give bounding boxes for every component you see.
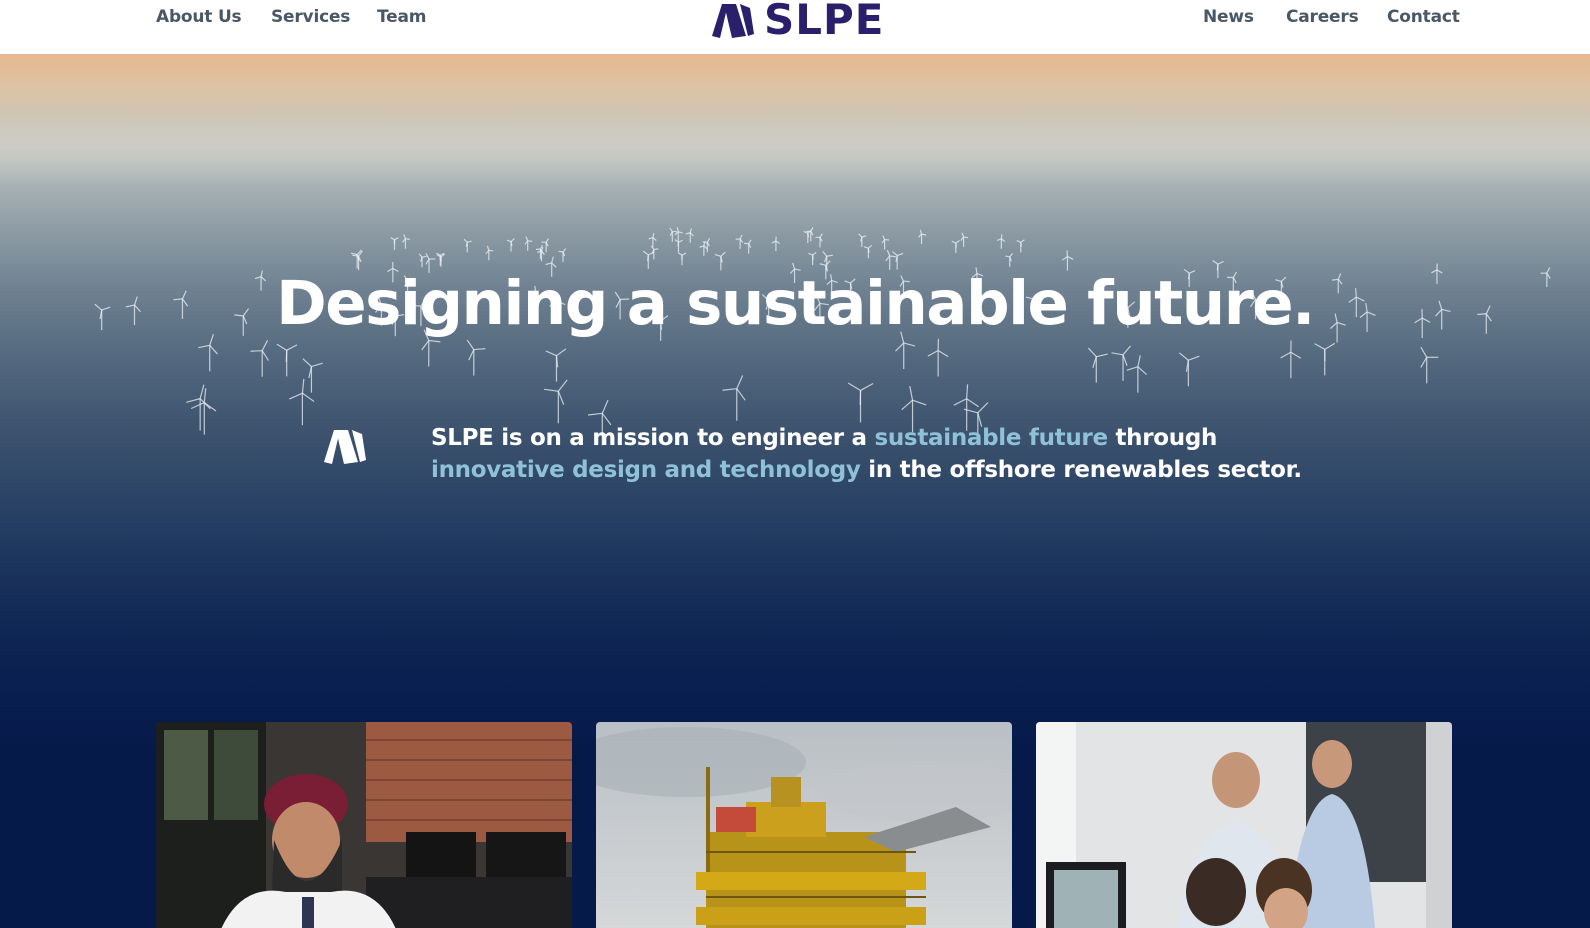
nav-contact[interactable]: Contact — [1387, 7, 1460, 27]
wind-turbine — [1314, 342, 1336, 376]
site-logo[interactable]: SLPE — [710, 0, 884, 42]
card-offshore-platform[interactable] — [596, 722, 1012, 928]
nav-news[interactable]: News — [1203, 7, 1254, 27]
wind-turbine — [418, 253, 427, 268]
wind-turbine — [808, 251, 817, 266]
wind-turbine — [1420, 346, 1439, 384]
wind-turbine — [1280, 340, 1302, 379]
wind-turbine — [436, 253, 446, 267]
wind-turbine — [858, 233, 867, 248]
wind-turbine — [250, 340, 269, 377]
wind-turbine — [390, 236, 399, 250]
card-engineers-meeting[interactable] — [1036, 722, 1452, 928]
nav-services[interactable]: Services — [271, 7, 350, 27]
wind-turbine — [558, 248, 567, 262]
wind-turbine — [485, 245, 494, 261]
wind-turbine — [685, 228, 694, 243]
hero-title: Designing a sustainable future. — [276, 268, 1315, 339]
logo-wordmark: SLPE — [764, 0, 885, 44]
wind-turbine — [1087, 347, 1108, 383]
wind-turbine — [735, 234, 744, 249]
wind-turbine — [463, 238, 472, 253]
mission-highlight-sustainable-future: sustainable future — [874, 425, 1108, 451]
card-engineer-at-desk[interactable] — [156, 722, 572, 928]
mission-highlight-innovative-design: innovative design and technology — [431, 457, 861, 483]
wind-turbine — [847, 382, 874, 423]
slpe-sail-logo-icon — [324, 430, 366, 464]
wind-turbine — [402, 234, 410, 249]
wind-turbine — [302, 358, 323, 393]
wind-turbine — [744, 239, 752, 254]
wind-turbine — [803, 229, 812, 244]
wind-turbine — [648, 233, 657, 248]
engineer-at-desk-photo — [156, 722, 572, 928]
mission-statement: SLPE is on a mission to engineer a susta… — [431, 422, 1302, 486]
wind-turbine — [677, 252, 687, 266]
nav-about-us[interactable]: About Us — [156, 7, 242, 27]
wind-turbine — [1111, 345, 1131, 381]
wind-turbine — [863, 244, 873, 259]
wind-turbine — [545, 348, 567, 382]
wind-turbine — [771, 236, 780, 252]
site-header: About Us Services Team SLPE News Careers… — [0, 0, 1590, 54]
engineers-meeting-photo — [1036, 722, 1452, 928]
wind-turbine — [190, 388, 217, 435]
wind-turbine — [276, 343, 298, 377]
wind-turbine — [1005, 252, 1014, 267]
wind-turbine — [996, 234, 1006, 249]
wind-turbine — [524, 236, 533, 251]
wind-turbine — [891, 251, 904, 270]
page: About Us Services Team SLPE News Careers… — [0, 0, 1590, 928]
wind-turbine — [927, 338, 949, 377]
wind-turbine — [918, 229, 927, 245]
wind-turbine — [543, 379, 568, 424]
wind-turbine — [674, 227, 683, 242]
nav-team[interactable]: Team — [377, 7, 426, 27]
wind-turbine — [960, 232, 969, 247]
offshore-platform-photo — [596, 722, 1012, 928]
wind-turbine — [674, 239, 683, 253]
wind-farm-illustration — [94, 227, 1551, 446]
slpe-sail-logo-icon — [712, 4, 754, 38]
wind-turbine — [881, 235, 890, 250]
nav-careers[interactable]: Careers — [1286, 7, 1359, 27]
wind-turbine — [289, 378, 315, 426]
wind-turbine — [642, 250, 655, 269]
wind-turbine — [1178, 352, 1200, 387]
wind-turbine — [198, 334, 218, 372]
wind-turbine — [1126, 355, 1147, 393]
mission-part-1: SLPE is on a mission to engineer a — [431, 425, 875, 451]
wind-turbine — [722, 375, 746, 421]
mission-part-2: through — [1107, 425, 1218, 451]
wind-turbine — [466, 339, 486, 376]
wind-turbine — [506, 238, 515, 252]
wind-turbine — [699, 241, 708, 256]
wind-turbine — [951, 240, 960, 254]
wind-turbine — [186, 384, 211, 431]
wind-turbine — [1016, 239, 1025, 253]
wind-turbine — [815, 233, 823, 248]
mission-part-3: in the offshore renewables sector. — [860, 457, 1302, 483]
